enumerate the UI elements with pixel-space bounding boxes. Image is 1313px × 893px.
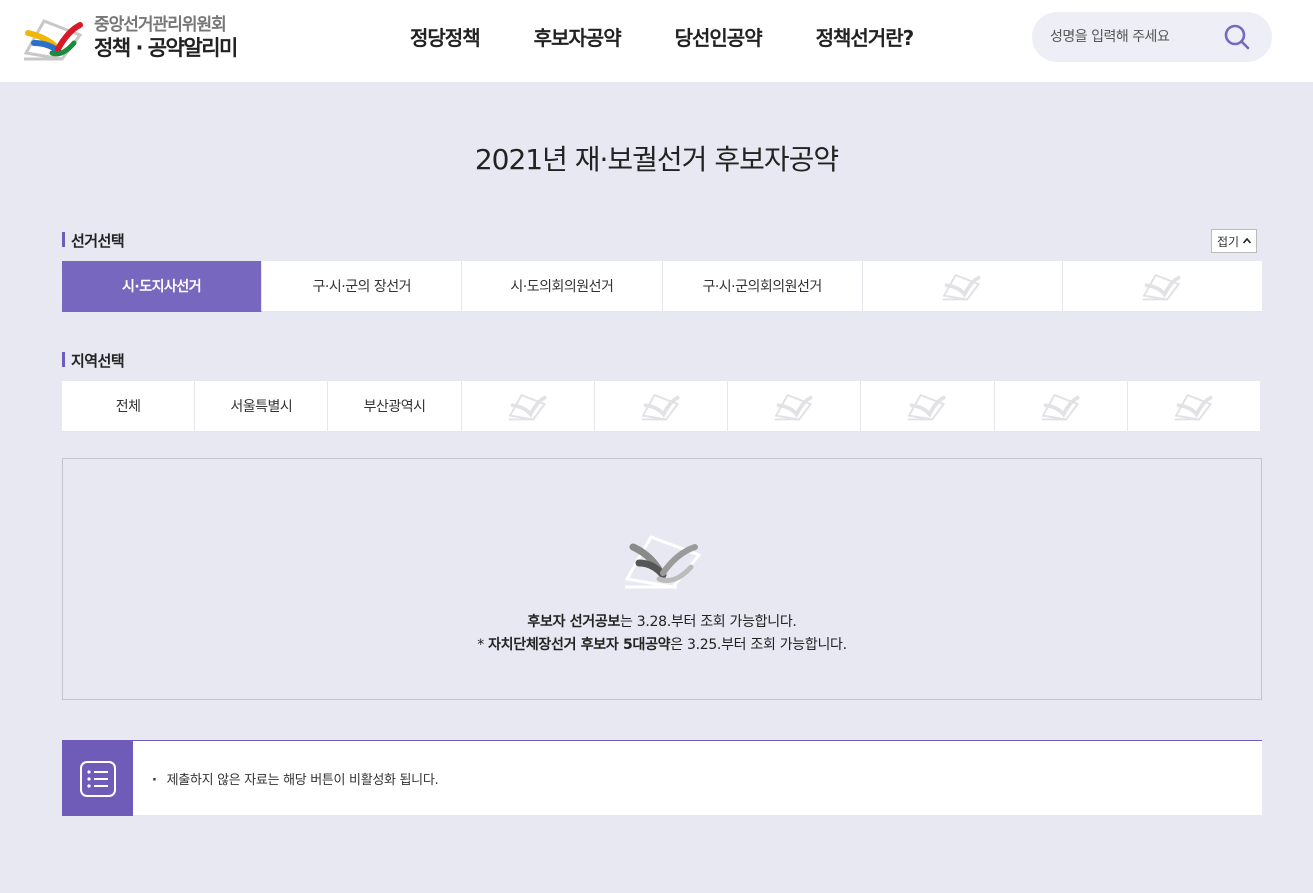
watermark-logo-icon [774,393,813,421]
search-icon[interactable] [1222,22,1252,52]
tab-region-empty [461,381,595,432]
tab-region-empty [1127,381,1260,432]
tab-region-busan[interactable]: 부산광역시 [328,381,462,432]
watermark-logo-icon [1174,393,1213,421]
notice-line-1: 후보자 선거공보는 3.28.부터 조회 가능합니다. [63,611,1261,631]
logo-text: 중앙선거관리위원회 정책 · 공약알리미 [94,15,238,60]
nec-logo-grey-icon [624,535,702,589]
watermark-logo-icon [942,273,981,301]
tab-region-empty [994,381,1128,432]
notice-line-2-bold: 자치단체장선거 후보자 5대공약 [488,637,671,653]
notice-line-1-rest: 는 3.28.부터 조회 가능합니다. [620,614,797,630]
fold-button-label: 접기 [1217,234,1240,249]
chevron-up-icon [1242,237,1252,244]
election-select-label: 선거선택 [62,230,125,251]
list-icon [79,760,116,797]
watermark-logo-icon [1041,393,1080,421]
watermark-logo-icon [641,393,680,421]
tab-district-head[interactable]: 구·시·군의 장선거 [262,261,463,312]
nav-candidate-pledges[interactable]: 후보자공약 [534,22,622,51]
notice-line-2-rest: 은 3.25.부터 조회 가능합니다. [670,637,847,653]
tab-region-empty [861,381,995,432]
info-icon-box [62,741,133,816]
page-title: 2021년 재·보궐선거 후보자공약 [474,143,839,176]
nav-party-policy[interactable]: 정당정책 [410,22,481,51]
tab-metro-council[interactable]: 시·도의회의원선거 [462,261,663,312]
main-nav: 정당정책 후보자공약 당선인공약 정책선거란? [380,22,967,51]
watermark-logo-icon [907,393,946,421]
info-text: 제출하지 않은 자료는 해당 버튼이 비활성화 됩니다. [152,769,439,788]
nec-logo-icon [23,19,83,61]
tab-region-empty [594,381,729,432]
info-bar: 제출하지 않은 자료는 해당 버튼이 비활성화 됩니다. [62,740,1262,816]
tab-metro-governor[interactable]: 시·도지사선거 [62,261,263,312]
search-input[interactable] [1050,25,1220,49]
tab-empty [862,261,1063,312]
region-select-label: 지역선택 [62,350,125,371]
site-header: 중앙선거관리위원회 정책 · 공약알리미 정당정책 후보자공약 당선인공약 정책… [0,0,1313,82]
logo-service-name: 정책 · 공약알리미 [94,35,238,60]
tab-empty [1062,261,1263,312]
notice-line-2-prefix: * [477,637,489,653]
tab-district-council[interactable]: 구·시·군의회의원선거 [662,261,863,312]
nav-elected-pledges[interactable]: 당선인공약 [675,22,763,51]
site-logo[interactable]: 중앙선거관리위원회 정책 · 공약알리미 [22,12,252,64]
notice-line-1-bold: 후보자 선거공보 [527,614,621,630]
nav-policy-election[interactable]: 정책선거란? [816,22,915,51]
logo-org-name: 중앙선거관리위원회 [94,15,227,36]
notice-box: 후보자 선거공보는 3.28.부터 조회 가능합니다. * 자치단체장선거 후보… [62,458,1262,700]
election-tabs: 시·도지사선거 구·시·군의 장선거 시·도의회의원선거 구·시·군의회의원선거 [62,261,1263,312]
fold-button[interactable]: 접기 [1211,229,1258,253]
watermark-logo-icon [1143,273,1181,301]
tab-region-empty [728,381,862,432]
watermark-logo-icon [508,393,547,421]
region-tabs: 전체 서울특별시 부산광역시 [62,381,1260,432]
notice-line-2: * 자치단체장선거 후보자 5대공약은 3.25.부터 조회 가능합니다. [63,634,1261,654]
tab-region-all[interactable]: 전체 [62,381,196,432]
tab-region-seoul[interactable]: 서울특별시 [195,381,329,432]
